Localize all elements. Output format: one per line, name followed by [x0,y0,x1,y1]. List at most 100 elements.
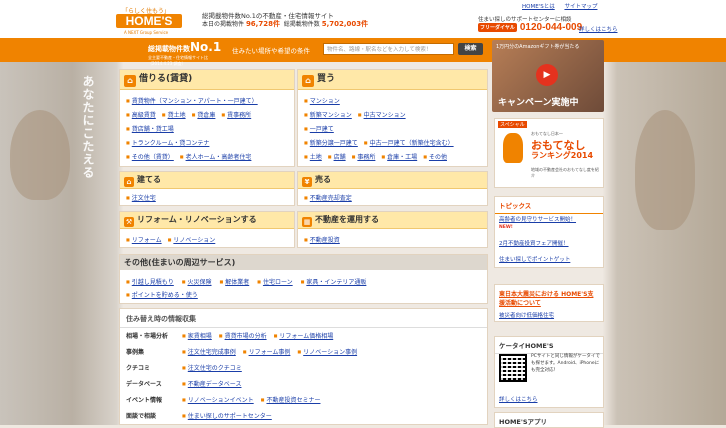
topic-link[interactable]: 2月不動産投資フェア開催！ [499,239,569,247]
info-link[interactable]: 注文住宅のクチコミ [182,365,242,372]
logo-subtext: A NEXT Group Service [124,30,169,35]
phone-number[interactable]: フリーダイヤル 0120-044-009 [478,22,582,33]
site-logo[interactable]: 「らしく住もう」 HOME'S A NEXT Group Service [116,6,184,35]
details-link[interactable]: 詳しくはこちら [579,25,618,33]
other-link[interactable]: 住宅ローン [257,279,293,286]
buy-link[interactable]: 土地 [304,154,322,161]
house-icon: ⌂ [124,177,134,187]
reform-panel: ⚒リフォーム・リノベーションする リフォームリノベーション [119,211,295,248]
rent-link[interactable]: その他（賃貸） [126,154,174,161]
info-category: 相場・市場分析 [126,333,169,340]
rent-link[interactable]: 賃貸物件（マンション・アパート・一戸建て） [126,98,258,105]
sell-panel: ¥売る 不動産売却査定 [297,171,488,206]
rent-link[interactable]: トランクルーム・貸コンテナ [126,140,210,147]
stats-value-total: 5,702,003件 [321,20,369,28]
build-header: ⌂ 建てる [120,172,294,189]
info-link[interactable]: リノベーション事例 [297,349,357,356]
info-link[interactable]: 不動産投資セミナー [261,397,320,404]
topic-link[interactable]: 高齢者の見守りサービス開始！ [499,215,576,223]
buy-link[interactable]: 一戸建て [304,126,334,133]
info-link[interactable]: 家賃相場 [182,333,212,340]
mobile-link[interactable]: 詳しくはこちら [499,395,538,403]
buy-link[interactable]: その他 [423,154,447,161]
omotenashi-ranking: ランキング2014 [531,151,594,160]
reform-row: リフォームリノベーション [126,235,221,244]
buy-link[interactable]: 店舗 [328,154,346,161]
no1-badge: 総掲載物件数No.1 全主要不動産・住宅情報サイト比（2014.4.23 調査） [148,40,230,66]
info-title: 住み替え時の情報収集 [120,309,487,328]
search-label: 住みたい場所や希望の条件 [232,47,310,55]
buy-link[interactable]: 新築分譲一戸建て [304,140,358,147]
info-category: クチコミ [126,365,151,372]
build-link[interactable]: 注文住宅 [126,195,156,202]
info-panel: 住み替え時の情報収集 相場・市場分析 家賃相場賃貸市場の分析リフォーム価格相場 事… [119,308,488,425]
stats-label-total: 総掲載物件数 [283,21,320,28]
about-link[interactable]: HOME'Sとは [522,4,555,10]
rent-link[interactable]: 貸店舗・貸工場 [126,126,174,133]
other-link[interactable]: 火災保険 [182,279,212,286]
homes-logo: HOME'S [116,14,182,28]
build-row: 注文住宅 [126,193,162,202]
other-row-2: ポイントを貯める・使う [126,290,204,299]
top-links: HOME'Sとは サイトマップ [522,2,605,10]
buy-link[interactable]: 新築マンション [304,112,352,119]
new-badge: NEW! [499,225,513,230]
listing-stats: 本日の掲載物件 96,728件 総掲載物件数 5,702,003件 [202,19,368,29]
stats-value-today: 96,728件 [245,20,280,28]
other-link[interactable]: 解体業者 [219,279,249,286]
sell-link[interactable]: 不動産売却査定 [304,195,352,202]
omotenashi-banner[interactable]: スペシャル おもてなし日本一 おもてなし ランキング2014 地域の不動産会社の… [494,118,604,188]
info-link[interactable]: 注文住宅完成事例 [182,349,236,356]
other-services-panel: その他(住まいの周辺サービス) 引越し見積もり 火災保険 解体業者 住宅ローン … [119,254,488,304]
other-row-1: 引越し見積もり 火災保険 解体業者 住宅ローン 家具・インテリア通販 [126,277,372,286]
buy-link[interactable]: 中古一戸建て（新築住宅含む） [364,140,454,147]
sell-header: ¥ 売る [298,172,487,189]
other-link[interactable]: 引越し見積もり [126,279,174,286]
info-row-market: 相場・市場分析 家賃相場賃貸市場の分析リフォーム価格相場 [126,331,340,340]
no1-big: No.1 [190,40,222,54]
earthquake-panel: 東日本大震災における HOME'S支援活動について 被災者向け低価格住宅 [494,284,604,322]
info-link[interactable]: 住まい探しのサポートセンター [182,413,272,420]
rent-link[interactable]: 貸土地 [162,112,186,119]
special-badge: スペシャル [498,121,527,128]
search-button[interactable]: 検索 [458,43,483,55]
reform-link[interactable]: リノベーション [168,237,215,244]
buy-link[interactable]: 事務所 [352,154,375,161]
campaign-banner[interactable]: 1万円分のAmazonギフト券が当たる ▶ キャンペーン実施中 [492,40,604,112]
buy-link[interactable]: 倉庫・工場 [381,154,417,161]
rent-link[interactable]: 貸倉庫 [192,112,215,119]
invest-link[interactable]: 不動産投資 [304,237,340,244]
info-link[interactable]: 賃貸市場の分析 [219,333,267,340]
topics-title: トピックス [495,197,603,214]
info-category: 面談で相談 [126,413,157,420]
buy-link[interactable]: 中古マンション [358,112,406,119]
buy-link[interactable]: マンション [304,98,340,105]
invest-header: ▦ 不動産を運用する [298,212,487,229]
other-link[interactable]: ポイントを貯める・使う [126,292,198,299]
info-link[interactable]: 不動産データベース [182,381,242,388]
search-input[interactable]: 物件名、路線・駅名などを入力して検索！ [323,43,454,55]
phone-number-text: 0120-044-009 [519,22,583,33]
rent-link[interactable]: 賃事務所 [221,112,251,119]
rent-header: ⌂ 借りる(賃貸) [120,70,294,90]
reform-link[interactable]: リフォーム [126,237,162,244]
info-category: イベント情報 [126,397,163,404]
info-row-database: データベース 不動産データベース [126,379,248,388]
info-link[interactable]: リフォーム事例 [243,349,291,356]
sitemap-link[interactable]: サイトマップ [564,4,597,10]
earthquake-link[interactable]: 被災者向け低価格住宅 [499,311,554,319]
buy-row-4: 新築分譲一戸建て中古一戸建て（新築住宅含む） [304,138,460,147]
campaign-text: キャンペーン実施中 [498,98,579,108]
topic-link[interactable]: 住まい探しでポイントゲット [499,255,570,263]
earthquake-title[interactable]: 東日本大震災における HOME'S支援活動について [499,290,599,308]
info-link[interactable]: リノベーションイベント [182,397,254,404]
site-header: 「らしく住もう」 HOME'S A NEXT Group Service 総掲載… [0,0,726,38]
other-link[interactable]: 家具・インテリア通販 [301,279,366,286]
info-link[interactable]: リフォーム価格相場 [274,333,333,340]
app-panel-title: HOME'Sアプリ [494,412,604,428]
rent-link[interactable]: 老人ホーム・高齢者住宅 [180,154,252,161]
info-row-consult: 面談で相談 住まい探しのサポートセンター [126,411,279,420]
rent-panel: ⌂借りる(賃貸) 賃貸物件（マンション・アパート・一戸建て） 高級賃貸貸土地貸倉… [119,69,295,167]
rent-link[interactable]: 高級賃貸 [126,112,156,119]
buy-panel: ⌂買う マンション 新築マンション中古マンション 一戸建て 新築分譲一戸建て中古… [297,69,488,167]
